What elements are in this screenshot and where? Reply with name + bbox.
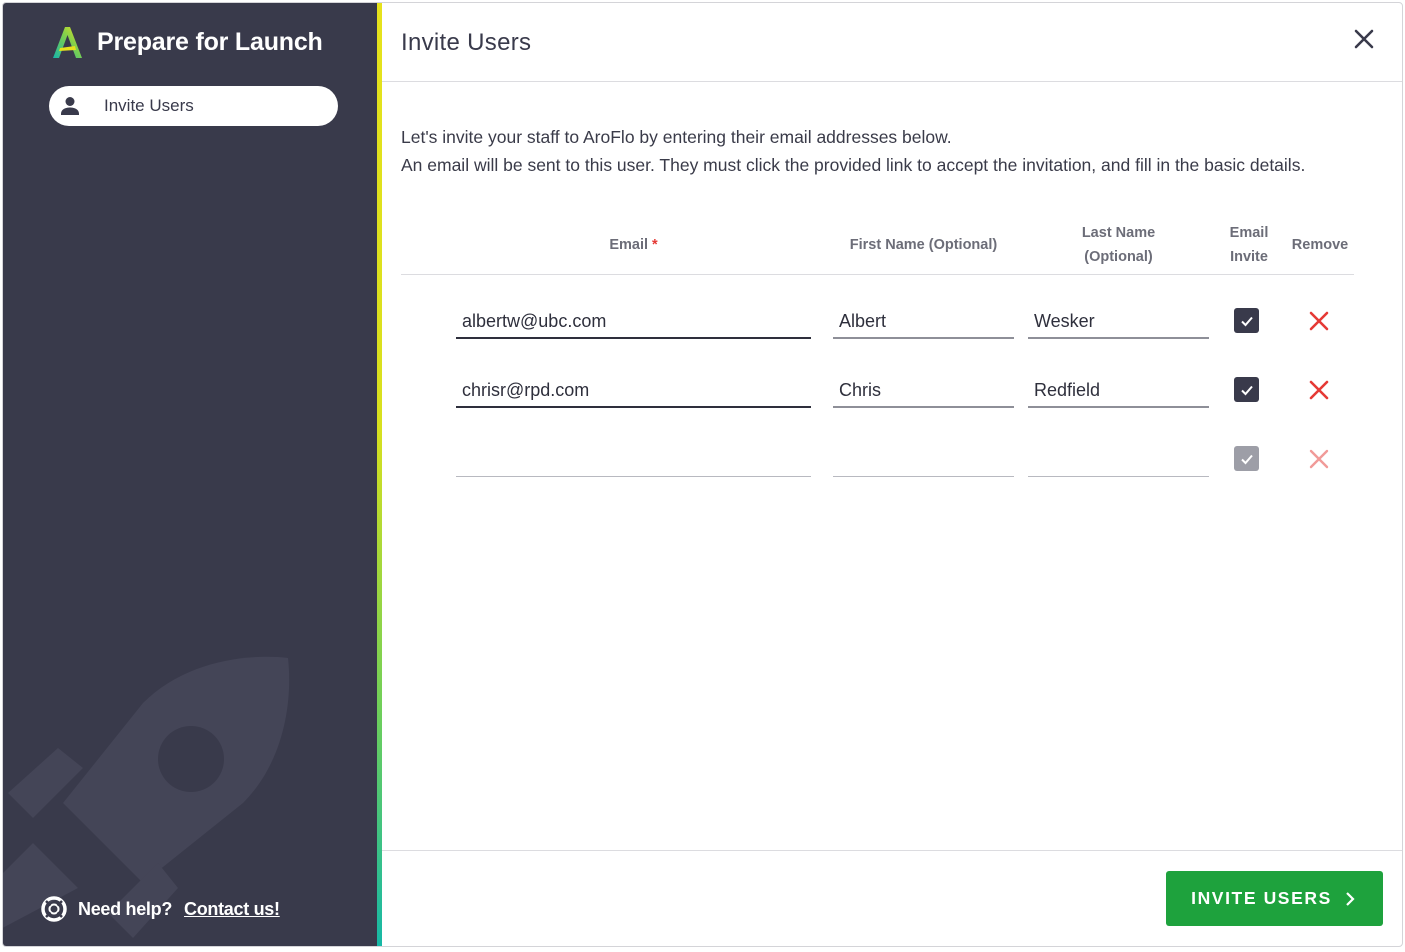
last-name-field[interactable] [1028,299,1209,339]
invite-users-button-label: INVITE USERS [1191,888,1332,908]
first-name-field[interactable] [833,437,1014,477]
checkmark-icon [1240,316,1253,326]
intro-text: Let's invite your staff to AroFlo by ent… [401,123,1305,179]
help-text: Need help? [78,898,173,919]
column-header-email: Email * [456,233,811,257]
page-title: Invite Users [401,29,532,56]
sidebar: Prepare for Launch Invite Users Need hel… [3,3,377,946]
contact-us-link[interactable]: Contact us! [184,899,280,920]
main-panel: Invite Users Let's invite your staff to … [382,3,1402,946]
column-header-email-invite-line1: Email [1229,225,1269,241]
sidebar-item-invite-users[interactable]: Invite Users [49,86,338,126]
help-section: Need help? Contact us! [41,896,280,922]
required-marker: * [652,237,658,253]
email-field[interactable] [456,437,811,477]
table-row [401,299,1354,347]
lifebuoy-icon [41,896,67,922]
table-header: Email * First Name (Optional) Last Name … [401,215,1354,275]
email-field[interactable] [456,368,811,408]
email-invite-checkbox[interactable] [1234,377,1259,402]
brand-title: Prepare for Launch [97,27,323,56]
column-header-email-invite-line2: Invite [1230,249,1268,265]
column-header-email-invite: Email Invite [1221,221,1277,269]
chevron-right-icon [1346,891,1355,906]
close-icon[interactable] [1352,27,1376,51]
email-invite-checkbox[interactable] [1234,446,1259,471]
email-field[interactable] [456,299,811,339]
invite-users-button[interactable]: INVITE USERS [1166,871,1383,926]
brand: Prepare for Launch [51,23,323,61]
column-header-last-name-line2: (Optional) [1084,249,1153,265]
column-header-first-name: First Name (Optional) [849,237,998,253]
email-invite-checkbox[interactable] [1234,308,1259,333]
remove-row-icon[interactable] [1307,309,1331,333]
first-name-field[interactable] [833,299,1014,339]
column-header-last-name-line1: Last Name [1081,225,1156,241]
column-header-remove: Remove [1291,237,1349,253]
column-header-last-name: Last Name (Optional) [1028,221,1209,269]
last-name-field[interactable] [1028,437,1209,477]
intro-line-2: An email will be sent to this user. They… [401,155,1306,175]
footer: INVITE USERS [382,850,1402,946]
remove-row-icon[interactable] [1307,447,1331,471]
header: Invite Users [382,3,1402,82]
checkmark-icon [1240,385,1253,395]
table-row [401,368,1354,416]
remove-row-icon[interactable] [1307,378,1331,402]
person-icon [61,97,79,115]
sidebar-item-label: Invite Users [104,96,194,115]
table-row-empty [401,437,1354,485]
first-name-field[interactable] [833,368,1014,408]
setup-dialog: Prepare for Launch Invite Users Need hel… [2,2,1403,947]
last-name-field[interactable] [1028,368,1209,408]
intro-line-1: Let's invite your staff to AroFlo by ent… [401,127,952,147]
checkmark-icon [1240,454,1253,464]
column-header-email-label: Email [609,237,648,253]
aroflo-logo-icon [53,27,82,58]
